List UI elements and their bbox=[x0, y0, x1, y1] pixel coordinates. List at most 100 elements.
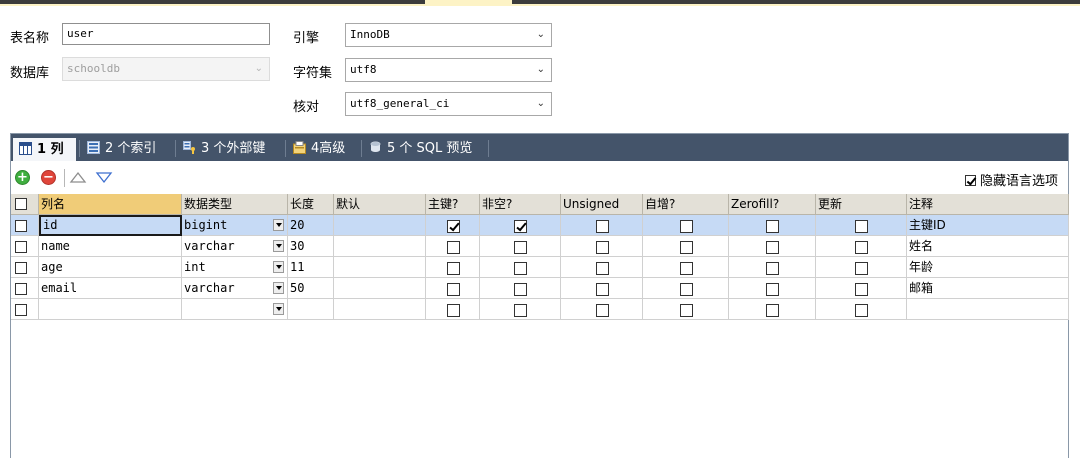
header-col-name[interactable]: 列名 bbox=[39, 194, 182, 215]
zerofill-checkbox[interactable] bbox=[766, 304, 779, 317]
unsigned-checkbox[interactable] bbox=[595, 241, 609, 254]
table-row[interactable]: name varchar 30 姓名 bbox=[11, 236, 1069, 257]
default-cell[interactable] bbox=[334, 257, 426, 278]
primary-key-checkbox[interactable] bbox=[446, 262, 460, 275]
header-col-default[interactable]: 默认 bbox=[334, 194, 426, 215]
zerofill-checkbox[interactable] bbox=[766, 220, 779, 233]
zerofill-checkbox[interactable] bbox=[766, 241, 779, 254]
zerofill-checkbox[interactable] bbox=[766, 262, 779, 275]
comment-cell[interactable] bbox=[907, 299, 1069, 320]
row-select-checkbox[interactable] bbox=[15, 262, 27, 274]
not-null-checkbox[interactable] bbox=[514, 220, 527, 233]
auto-increment-checkbox[interactable] bbox=[679, 304, 693, 317]
column-name-cell[interactable] bbox=[39, 299, 182, 320]
default-cell[interactable] bbox=[334, 278, 426, 299]
primary-key-checkbox[interactable] bbox=[446, 220, 460, 233]
unsigned-checkbox[interactable] bbox=[595, 220, 609, 233]
length-cell[interactable] bbox=[288, 299, 334, 320]
header-col-length[interactable]: 长度 bbox=[288, 194, 334, 215]
tab-indexes[interactable]: 2 个索引 bbox=[81, 137, 173, 161]
dropdown-arrow-icon[interactable] bbox=[273, 282, 284, 294]
update-checkbox[interactable] bbox=[855, 262, 868, 275]
unsigned-checkbox[interactable] bbox=[595, 262, 609, 275]
header-col-zerofill[interactable]: Zerofill? bbox=[729, 194, 816, 215]
add-column-icon[interactable]: + bbox=[15, 170, 30, 185]
engine-value: InnoDB bbox=[350, 28, 390, 41]
primary-key-checkbox[interactable] bbox=[446, 283, 460, 296]
auto-increment-checkbox[interactable] bbox=[679, 262, 693, 275]
column-name-cell[interactable]: id bbox=[39, 215, 182, 236]
data-type-cell[interactable]: int bbox=[182, 257, 288, 278]
auto-increment-checkbox[interactable] bbox=[679, 283, 693, 296]
header-col-auto-increment[interactable]: 自增? bbox=[643, 194, 729, 215]
row-select-checkbox[interactable] bbox=[15, 283, 27, 295]
header-col-primary-key[interactable]: 主键? bbox=[426, 194, 480, 215]
hide-language-options[interactable]: 隐藏语言选项 bbox=[964, 170, 1058, 189]
auto-increment-checkbox[interactable] bbox=[679, 241, 693, 254]
header-col-not-null[interactable]: 非空? bbox=[480, 194, 561, 215]
delete-column-icon[interactable]: − bbox=[41, 170, 56, 185]
tab-sql-preview[interactable]: 5 个 SQL 预览 bbox=[363, 137, 487, 161]
row-select-checkbox[interactable] bbox=[15, 241, 27, 253]
engine-select[interactable]: InnoDB ⌄ bbox=[345, 23, 552, 47]
tab-columns[interactable]: 1 列 bbox=[13, 138, 76, 161]
length-cell[interactable]: 20 bbox=[288, 215, 334, 236]
default-cell[interactable] bbox=[334, 215, 426, 236]
row-select-checkbox[interactable] bbox=[15, 220, 27, 232]
table-name-input[interactable]: user bbox=[62, 23, 270, 45]
comment-cell[interactable]: 邮箱 bbox=[907, 278, 1069, 299]
update-checkbox[interactable] bbox=[855, 241, 868, 254]
unsigned-checkbox[interactable] bbox=[595, 283, 609, 296]
comment-cell[interactable]: 主键ID bbox=[907, 215, 1069, 236]
not-null-checkbox[interactable] bbox=[514, 283, 527, 296]
header-col-unsigned[interactable]: Unsigned bbox=[561, 194, 643, 215]
column-name-cell[interactable]: email bbox=[39, 278, 182, 299]
data-type-cell[interactable]: varchar bbox=[182, 236, 288, 257]
table-row[interactable] bbox=[11, 299, 1069, 320]
charset-select[interactable]: utf8 ⌄ bbox=[345, 58, 552, 82]
auto-increment-checkbox[interactable] bbox=[679, 220, 693, 233]
hide-language-options-checkbox[interactable] bbox=[964, 175, 976, 186]
length-cell[interactable]: 30 bbox=[288, 236, 334, 257]
column-name-cell[interactable]: age bbox=[39, 257, 182, 278]
update-checkbox[interactable] bbox=[855, 220, 868, 233]
data-type-cell[interactable] bbox=[182, 299, 288, 320]
update-checkbox[interactable] bbox=[855, 283, 868, 296]
default-cell[interactable] bbox=[334, 299, 426, 320]
zerofill-checkbox[interactable] bbox=[766, 283, 779, 296]
header-col-comment[interactable]: 注释 bbox=[907, 194, 1069, 215]
collation-select[interactable]: utf8_general_ci ⌄ bbox=[345, 92, 552, 116]
default-cell[interactable] bbox=[334, 236, 426, 257]
move-down-icon[interactable] bbox=[95, 171, 113, 184]
data-type-cell[interactable]: varchar bbox=[182, 278, 288, 299]
primary-key-checkbox[interactable] bbox=[446, 304, 460, 317]
not-null-checkbox[interactable] bbox=[514, 304, 527, 317]
primary-key-checkbox[interactable] bbox=[446, 241, 460, 254]
comment-cell[interactable]: 年龄 bbox=[907, 257, 1069, 278]
comment-cell[interactable]: 姓名 bbox=[907, 236, 1069, 257]
dropdown-arrow-icon[interactable] bbox=[273, 240, 284, 252]
table-row[interactable]: email varchar 50 邮箱 bbox=[11, 278, 1069, 299]
not-null-checkbox[interactable] bbox=[514, 241, 527, 254]
header-col-update[interactable]: 更新 bbox=[816, 194, 907, 215]
length-cell[interactable]: 11 bbox=[288, 257, 334, 278]
data-type-cell[interactable]: bigint bbox=[182, 215, 288, 236]
dropdown-arrow-icon[interactable] bbox=[273, 303, 284, 315]
table-row[interactable]: id bigint 20 主键ID bbox=[11, 215, 1069, 236]
not-null-checkbox[interactable] bbox=[514, 262, 527, 275]
tab-indexes-label: 2 个索引 bbox=[105, 141, 157, 156]
unsigned-checkbox[interactable] bbox=[595, 304, 609, 317]
update-checkbox[interactable] bbox=[855, 304, 868, 317]
length-cell[interactable]: 50 bbox=[288, 278, 334, 299]
tab-advanced[interactable]: 4高级 bbox=[287, 137, 360, 161]
row-select-checkbox[interactable] bbox=[15, 304, 27, 316]
header-col-type[interactable]: 数据类型 bbox=[182, 194, 288, 215]
primary-key-cell bbox=[426, 236, 480, 257]
column-name-cell[interactable]: name bbox=[39, 236, 182, 257]
table-row[interactable]: age int 11 年龄 bbox=[11, 257, 1069, 278]
tab-foreign-keys[interactable]: 3 个外部键 bbox=[177, 137, 283, 161]
dropdown-arrow-icon[interactable] bbox=[273, 219, 284, 231]
select-all-checkbox[interactable] bbox=[15, 198, 27, 210]
move-up-icon[interactable] bbox=[69, 171, 87, 184]
dropdown-arrow-icon[interactable] bbox=[273, 261, 284, 273]
